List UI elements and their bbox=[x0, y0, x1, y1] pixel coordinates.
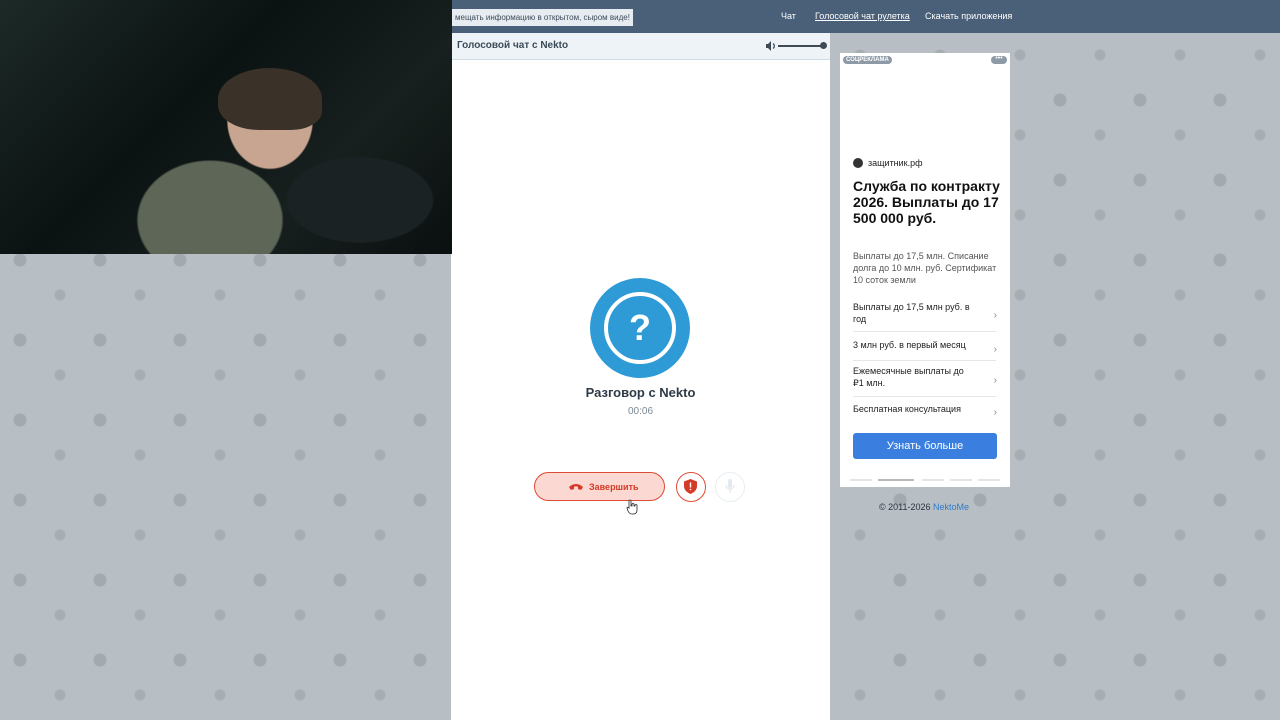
partner-avatar: ? bbox=[590, 278, 690, 378]
nektome-link[interactable]: NektoMe bbox=[933, 502, 969, 512]
end-call-label: Завершить bbox=[589, 482, 639, 492]
ad-offer-row[interactable]: Выплаты до 17,5 млн руб. в год › bbox=[853, 301, 997, 332]
advertisement-banner[interactable]: СОЦРЕКЛАМА ••• защитник.рф Служба по кон… bbox=[840, 53, 1010, 487]
mouse-cursor-icon bbox=[626, 499, 638, 515]
webcam-overlay bbox=[0, 0, 452, 254]
ad-offer-row[interactable]: Ежемесячные выплаты до ₽1 млн. › bbox=[853, 365, 997, 397]
carousel-dot bbox=[978, 479, 1000, 481]
shield-alert-icon bbox=[684, 479, 697, 494]
speaker-icon[interactable] bbox=[765, 40, 777, 52]
chevron-right-icon: › bbox=[993, 310, 997, 321]
report-button[interactable] bbox=[676, 472, 706, 502]
copyright-text: © 2011-2026 bbox=[879, 502, 931, 512]
volume-slider-handle[interactable] bbox=[820, 42, 827, 49]
ad-offer-text: 3 млн руб. в первый месяц bbox=[853, 340, 966, 350]
microphone-button[interactable] bbox=[715, 472, 745, 502]
hang-up-phone-icon bbox=[569, 484, 583, 490]
info-notice-banner: мещать информацию в открытом, сыром виде… bbox=[452, 9, 633, 26]
caller-name: Разговор с Nekto bbox=[585, 385, 696, 400]
call-timer: 00:06 bbox=[627, 406, 654, 417]
ad-carousel-indicator bbox=[850, 479, 1000, 481]
question-mark-icon: ? bbox=[629, 307, 651, 348]
voice-chat-panel: Голосовой чат с Nekto ? Разговор с Nekto… bbox=[451, 33, 830, 720]
arrow-circle-icon bbox=[853, 158, 863, 168]
nav-link-chat[interactable]: Чат bbox=[781, 11, 796, 21]
footer-copyright: © 2011-2026 NektoMe bbox=[879, 502, 969, 512]
nav-link-download-apps[interactable]: Скачать приложения bbox=[925, 11, 1012, 21]
carousel-dot-active bbox=[878, 479, 914, 481]
ad-label-badge: СОЦРЕКЛАМА bbox=[843, 56, 892, 64]
ad-headline: Служба по контракту 2026. Выплаты до 17 … bbox=[853, 178, 1000, 226]
chat-title: Голосовой чат с Nekto bbox=[457, 40, 569, 51]
webcam-subject bbox=[218, 68, 322, 130]
ad-offer-row[interactable]: 3 млн руб. в первый месяц › bbox=[853, 339, 997, 361]
volume-slider[interactable] bbox=[778, 42, 827, 49]
ad-learn-more-button[interactable]: Узнать больше bbox=[853, 433, 997, 459]
ad-offer-row[interactable]: Бесплатная консультация › bbox=[853, 403, 997, 423]
ad-offer-text: Бесплатная консультация bbox=[853, 404, 961, 414]
chevron-right-icon: › bbox=[993, 343, 997, 355]
carousel-dot bbox=[950, 479, 972, 481]
chevron-right-icon: › bbox=[993, 374, 997, 386]
ad-offer-text: Выплаты до 17,5 млн руб. в год bbox=[853, 302, 970, 324]
nav-link-voice-roulette[interactable]: Голосовой чат рулетка bbox=[815, 11, 910, 21]
end-call-button[interactable]: Завершить bbox=[534, 472, 665, 501]
ad-offer-text: Ежемесячные выплаты до ₽1 млн. bbox=[853, 366, 964, 388]
ad-description: Выплаты до 17,5 млн. Списание долга до 1… bbox=[853, 251, 997, 285]
carousel-dot bbox=[850, 479, 872, 481]
carousel-dot bbox=[922, 479, 944, 481]
chevron-right-icon: › bbox=[993, 407, 997, 418]
chat-header: Голосовой чат с Nekto bbox=[451, 33, 830, 60]
ad-domain[interactable]: защитник.рф bbox=[868, 158, 923, 168]
microphone-icon bbox=[725, 479, 735, 493]
ad-more-options-icon[interactable]: ••• bbox=[991, 55, 1007, 64]
